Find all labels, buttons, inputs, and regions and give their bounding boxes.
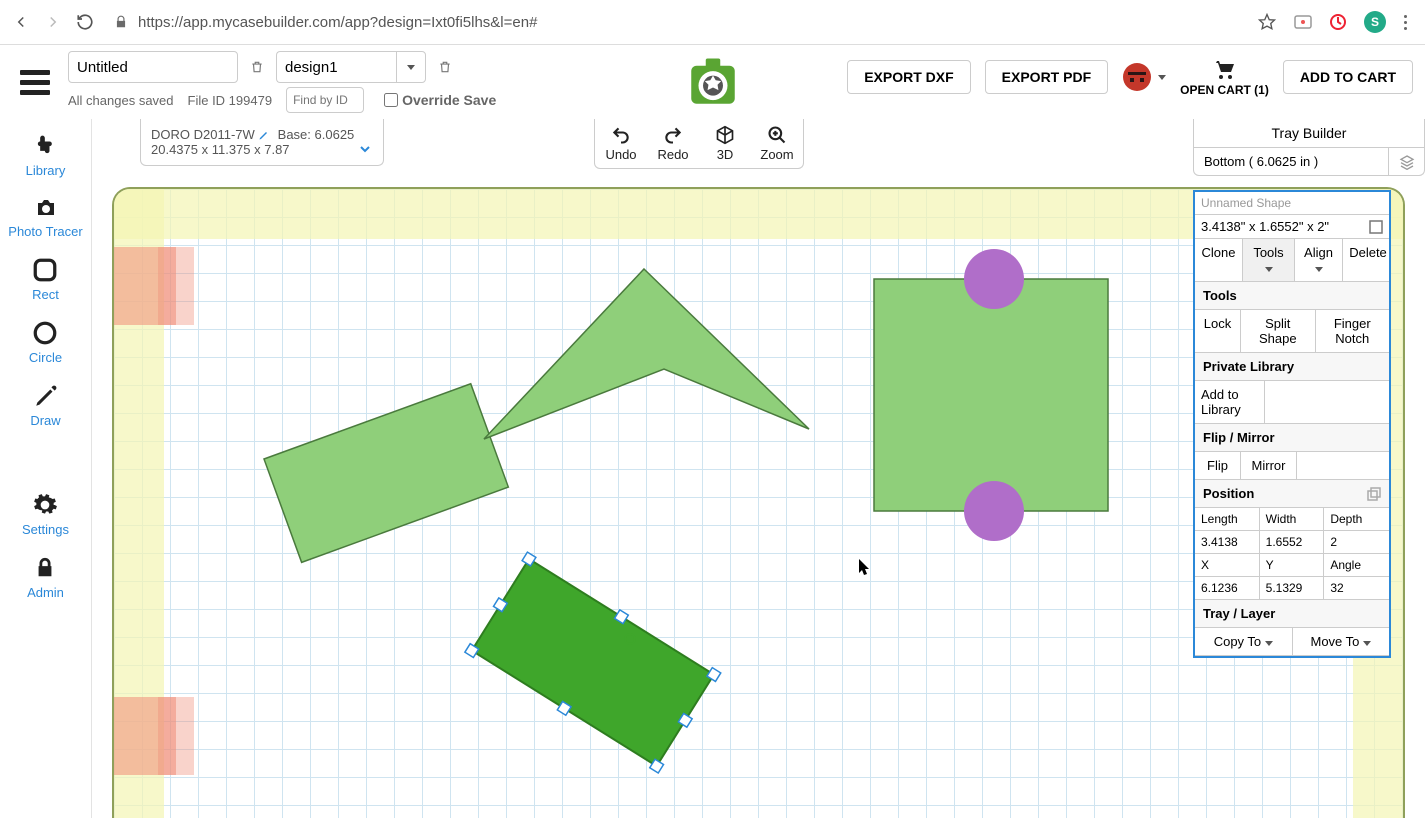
tray-layer-section: Tray / Layer bbox=[1195, 600, 1389, 628]
sidebar: Library Photo Tracer Rect Circle Draw Se… bbox=[0, 119, 92, 818]
align-dropdown[interactable]: Align bbox=[1295, 239, 1343, 281]
back-icon[interactable] bbox=[12, 13, 30, 31]
redo-button[interactable]: Redo bbox=[647, 119, 699, 168]
width-input[interactable]: 1.6552 bbox=[1260, 531, 1325, 554]
tools-section: Tools bbox=[1195, 282, 1389, 310]
finger-notch-button[interactable]: Finger Notch bbox=[1316, 310, 1390, 352]
rect-icon bbox=[32, 257, 58, 283]
delete-button[interactable]: Delete bbox=[1343, 239, 1393, 281]
sidebar-item-circle[interactable]: Circle bbox=[29, 320, 62, 365]
file-id-label: File ID 199479 bbox=[188, 93, 273, 108]
extension-icon[interactable] bbox=[1294, 15, 1312, 29]
mirror-button[interactable]: Mirror bbox=[1241, 452, 1297, 479]
clone-button[interactable]: Clone bbox=[1195, 239, 1243, 281]
undo-button[interactable]: Undo bbox=[595, 119, 647, 168]
properties-panel: Unnamed Shape 3.4138" x 1.6552" x 2" Clo… bbox=[1193, 190, 1391, 658]
layers-icon[interactable] bbox=[1388, 148, 1424, 175]
tools-dropdown[interactable]: Tools bbox=[1243, 239, 1295, 281]
browser-chrome: https://app.mycasebuilder.com/app?design… bbox=[0, 0, 1425, 45]
gear-icon bbox=[32, 492, 58, 518]
save-status: All changes saved bbox=[68, 93, 174, 108]
app-header: All changes saved File ID 199479 Overrid… bbox=[0, 45, 1425, 119]
angle-label: Angle bbox=[1324, 554, 1389, 577]
angle-input[interactable]: 32 bbox=[1324, 577, 1389, 600]
sidebar-item-rect[interactable]: Rect bbox=[32, 257, 59, 302]
cursor-icon bbox=[858, 559, 872, 577]
edit-icon[interactable] bbox=[258, 129, 270, 141]
delete-variant-icon[interactable] bbox=[434, 56, 456, 78]
circle-icon bbox=[32, 320, 58, 346]
chevron-down-icon[interactable] bbox=[357, 141, 373, 157]
redo-icon bbox=[663, 125, 683, 145]
lock-icon bbox=[34, 555, 56, 581]
sidebar-item-draw[interactable]: Draw bbox=[30, 383, 60, 428]
app-logo bbox=[684, 53, 742, 111]
length-input[interactable]: 3.4138 bbox=[1195, 531, 1260, 554]
kebab-icon[interactable] bbox=[1404, 15, 1407, 30]
profile-avatar[interactable]: S bbox=[1364, 11, 1386, 33]
undo-icon bbox=[611, 125, 631, 145]
depth-input[interactable]: 2 bbox=[1324, 531, 1389, 554]
split-shape-button[interactable]: Split Shape bbox=[1241, 310, 1316, 352]
move-to-dropdown[interactable]: Move To bbox=[1293, 628, 1390, 655]
x-label: X bbox=[1195, 554, 1260, 577]
tray-builder-title: Tray Builder bbox=[1194, 119, 1424, 148]
lock-button[interactable]: Lock bbox=[1195, 310, 1241, 352]
extension2-icon[interactable] bbox=[1330, 14, 1346, 30]
x-input[interactable]: 6.1236 bbox=[1195, 577, 1260, 600]
zoom-button[interactable]: Zoom bbox=[751, 119, 803, 168]
user-menu[interactable] bbox=[1122, 62, 1166, 92]
add-to-cart-button[interactable]: ADD TO CART bbox=[1283, 60, 1413, 94]
lock-icon bbox=[114, 15, 128, 29]
private-library-section: Private Library bbox=[1195, 353, 1389, 381]
delete-title-icon[interactable] bbox=[246, 56, 268, 78]
flip-section: Flip / Mirror bbox=[1195, 424, 1389, 452]
find-by-id-input[interactable] bbox=[286, 87, 364, 113]
depth-label: Depth bbox=[1324, 508, 1389, 531]
case-picker[interactable]: DORO D2011-7W Base: 6.0625 20.4375 x 11.… bbox=[140, 119, 384, 166]
copy-icon[interactable] bbox=[1367, 487, 1381, 501]
address-bar[interactable]: https://app.mycasebuilder.com/app?design… bbox=[138, 14, 537, 31]
length-label: Length bbox=[1195, 508, 1260, 531]
hamburger-icon[interactable] bbox=[20, 70, 50, 95]
design-variant-dropdown[interactable] bbox=[396, 51, 426, 83]
design-title-input[interactable] bbox=[68, 51, 238, 83]
box-icon[interactable] bbox=[1369, 220, 1383, 234]
sidebar-item-admin[interactable]: Admin bbox=[27, 555, 64, 600]
3d-button[interactable]: 3D bbox=[699, 119, 751, 168]
star-icon[interactable] bbox=[1258, 13, 1276, 31]
y-label: Y bbox=[1260, 554, 1325, 577]
tray-select[interactable]: Bottom ( 6.0625 in ) bbox=[1194, 148, 1388, 175]
position-section: Position bbox=[1195, 480, 1389, 508]
override-save-label: Override Save bbox=[402, 92, 496, 108]
override-save-checkbox[interactable] bbox=[384, 93, 398, 107]
y-input[interactable]: 5.1329 bbox=[1260, 577, 1325, 600]
shape-dimensions: 3.4138" x 1.6552" x 2" bbox=[1201, 219, 1329, 234]
export-pdf-button[interactable]: EXPORT PDF bbox=[985, 60, 1108, 94]
width-label: Width bbox=[1260, 508, 1325, 531]
add-to-library-button[interactable]: Add to Library bbox=[1195, 381, 1265, 423]
design-variant-input[interactable] bbox=[276, 51, 396, 83]
zoom-icon bbox=[767, 125, 787, 145]
shape-name-input[interactable]: Unnamed Shape bbox=[1195, 192, 1389, 215]
puzzle-icon bbox=[32, 131, 60, 159]
flip-button[interactable]: Flip bbox=[1195, 452, 1241, 479]
copy-to-dropdown[interactable]: Copy To bbox=[1195, 628, 1293, 655]
forward-icon bbox=[44, 13, 62, 31]
export-dxf-button[interactable]: EXPORT DXF bbox=[847, 60, 970, 94]
reload-icon[interactable] bbox=[76, 13, 94, 31]
sidebar-item-library[interactable]: Library bbox=[26, 131, 66, 178]
cube-icon bbox=[715, 125, 735, 145]
camera-icon bbox=[31, 196, 61, 220]
sidebar-item-photo[interactable]: Photo Tracer bbox=[8, 196, 82, 239]
pencil-icon bbox=[33, 383, 59, 409]
open-cart-button[interactable]: OPEN CART (1) bbox=[1180, 57, 1269, 97]
sidebar-item-settings[interactable]: Settings bbox=[22, 492, 69, 537]
cart-icon bbox=[1209, 57, 1239, 81]
